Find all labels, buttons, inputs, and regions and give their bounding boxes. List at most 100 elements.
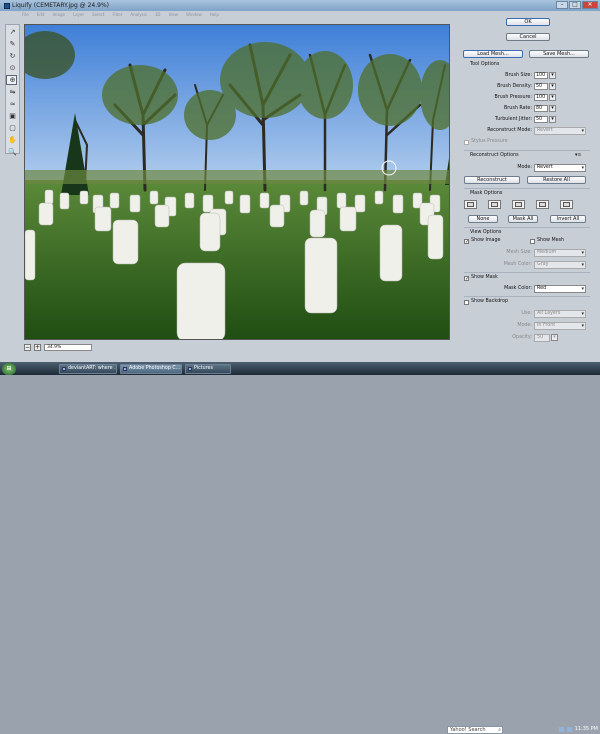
start-button[interactable]: ⊞	[2, 362, 16, 375]
show-mask-checkbox[interactable]: ✓	[464, 276, 469, 282]
show-backdrop-checkbox[interactable]	[464, 300, 469, 305]
view-options-heading: View Options	[470, 230, 502, 235]
menu-item: View	[168, 12, 179, 17]
mirror-tool-icon[interactable]: ⇋	[7, 87, 18, 97]
zoom-level-field[interactable]: 34.9%	[44, 343, 92, 351]
zoom-in-button[interactable]: +	[34, 343, 41, 351]
divider	[464, 150, 590, 151]
tool-option-value-field[interactable]: 100	[534, 94, 548, 101]
load-mesh-button[interactable]: Load Mesh...	[463, 50, 523, 58]
menu-item: Edit	[36, 12, 45, 17]
show-mesh-label: Show Mesh	[537, 238, 565, 243]
chevron-down-icon[interactable]: ▾	[549, 94, 556, 101]
close-button[interactable]: ✕	[582, 1, 598, 9]
volume-icon[interactable]	[566, 726, 572, 732]
app-icon	[188, 366, 192, 371]
mesh-color-value: Gray	[537, 262, 549, 267]
taskbar-item[interactable]: Pictures	[185, 363, 231, 374]
taskbar: ⊞ deviantART: where ... Adobe Photoshop C…	[0, 362, 600, 734]
zoom-bar: − + 34.9%	[24, 343, 224, 351]
thaw-mask-tool-icon[interactable]: ▢	[7, 123, 18, 133]
restore-all-button[interactable]: Restore All	[527, 176, 586, 184]
turbulence-tool-icon[interactable]: ≈	[7, 99, 18, 109]
bloat-tool-icon[interactable]: ⊕	[6, 75, 17, 85]
reconstruct-mode-value: Revert	[537, 128, 553, 133]
reconstruct-mode-label: Reconstruct Mode:	[487, 128, 532, 133]
preview-canvas[interactable]	[24, 24, 450, 340]
backdrop-mode-select: In Front ▾	[534, 322, 586, 330]
opacity-field: 50	[534, 334, 550, 342]
menu-item: Select	[92, 12, 105, 17]
menu-item: Help	[209, 12, 219, 17]
backdrop-mode-label: Mode:	[517, 323, 532, 328]
mask-none-button[interactable]: None	[468, 215, 498, 223]
divider	[464, 227, 590, 228]
reconstruct-mode-dropdown[interactable]: Revert ▾	[534, 164, 586, 172]
yahoo-search-input[interactable]: Yahoo! Search ⌕	[447, 726, 503, 734]
chevron-down-icon: ▾	[581, 311, 584, 317]
mask-add-icon[interactable]	[488, 200, 501, 209]
invert-all-button[interactable]: Invert All	[550, 215, 586, 223]
reconstruct-options-heading: Reconstruct Options	[470, 153, 519, 158]
backdrop-mode-value: In Front	[537, 323, 556, 328]
liquify-toolbox: ↗✎↻⊙⊕⇤⇋≈▣▢✋🔍	[5, 24, 20, 157]
twirl-tool-icon[interactable]: ↻	[7, 51, 18, 61]
mesh-size-label: Mesh Size:	[506, 250, 532, 255]
stylus-pressure-label: Stylus Pressure	[471, 139, 508, 144]
cancel-button[interactable]: Cancel	[506, 33, 550, 41]
tool-option-value-field[interactable]: 50	[534, 116, 548, 123]
reconstruct-tool-icon[interactable]: ✎	[7, 39, 18, 49]
menu-item: 3D	[154, 12, 161, 17]
opacity-dropdown: ▾	[551, 334, 558, 341]
app-icon	[62, 366, 66, 371]
mask-invert-icon[interactable]	[560, 200, 573, 209]
minimize-button[interactable]: –	[556, 1, 568, 9]
taskbar-item-label: Pictures	[194, 365, 213, 371]
tool-options-heading: Tool Options	[470, 62, 500, 67]
chevron-down-icon[interactable]: ▾	[549, 105, 556, 112]
show-mesh-checkbox[interactable]	[530, 239, 535, 244]
window-title: Liquify (CEMETARY.jpg @ 24.9%)	[12, 2, 109, 9]
tool-option-label: Brush Rate:	[504, 106, 532, 111]
chevron-down-icon[interactable]: ▾	[549, 83, 556, 90]
show-image-label: Show Image	[471, 238, 501, 243]
panel-menu-icon[interactable]: ▾≡	[575, 153, 581, 159]
title-bar[interactable]: Liquify (CEMETARY.jpg @ 24.9%) – □ ✕	[0, 0, 600, 11]
hand-tool-icon[interactable]: ✋	[7, 135, 18, 145]
ok-button[interactable]: OK	[506, 18, 550, 26]
taskbar-item[interactable]: Adobe Photoshop C...	[120, 363, 182, 374]
mask-subtract-icon[interactable]	[512, 200, 525, 209]
zoom-tool-icon[interactable]: 🔍	[7, 147, 18, 157]
show-image-checkbox[interactable]: ✓	[464, 239, 469, 245]
mask-replace-icon[interactable]	[464, 200, 477, 209]
system-tray: 11:35 PM	[558, 726, 598, 732]
chevron-down-icon[interactable]: ▾	[549, 72, 556, 79]
mesh-color-label: Mesh Color:	[503, 262, 532, 267]
stylus-pressure-checkbox[interactable]	[464, 140, 469, 145]
reconstruct-mode-select: Revert ▾	[534, 127, 586, 135]
tool-option-value-field[interactable]: 80	[534, 105, 548, 112]
taskbar-item[interactable]: deviantART: where ...	[59, 363, 117, 374]
chevron-down-icon: ▾	[581, 286, 584, 292]
tool-option-value-field[interactable]: 50	[534, 83, 548, 90]
mask-intersect-icon[interactable]	[536, 200, 549, 209]
tool-option-label: Brush Density:	[497, 84, 532, 89]
zoom-out-button[interactable]: −	[24, 343, 31, 351]
save-mesh-button[interactable]: Save Mesh...	[529, 50, 589, 58]
maximize-button[interactable]: □	[569, 1, 581, 9]
chevron-down-icon: ▾	[581, 262, 584, 268]
chevron-down-icon[interactable]: ▾	[549, 116, 556, 123]
reconstruct-button[interactable]: Reconstruct	[464, 176, 520, 184]
mask-color-select[interactable]: Red ▾	[534, 285, 586, 293]
pucker-tool-icon[interactable]: ⊙	[7, 63, 18, 73]
network-icon[interactable]	[558, 726, 564, 732]
mask-options-heading: Mask Options	[470, 191, 503, 196]
menu-item: Filter	[112, 12, 123, 17]
clock[interactable]: 11:35 PM	[575, 726, 598, 732]
forward-warp-tool-icon[interactable]: ↗	[7, 27, 18, 37]
tool-option-value-field[interactable]: 100	[534, 72, 548, 79]
freeze-mask-tool-icon[interactable]: ▣	[7, 111, 18, 121]
mask-all-button[interactable]: Mask All	[508, 215, 538, 223]
use-value: All Layers	[537, 311, 561, 316]
menu-item: Window	[186, 12, 202, 17]
